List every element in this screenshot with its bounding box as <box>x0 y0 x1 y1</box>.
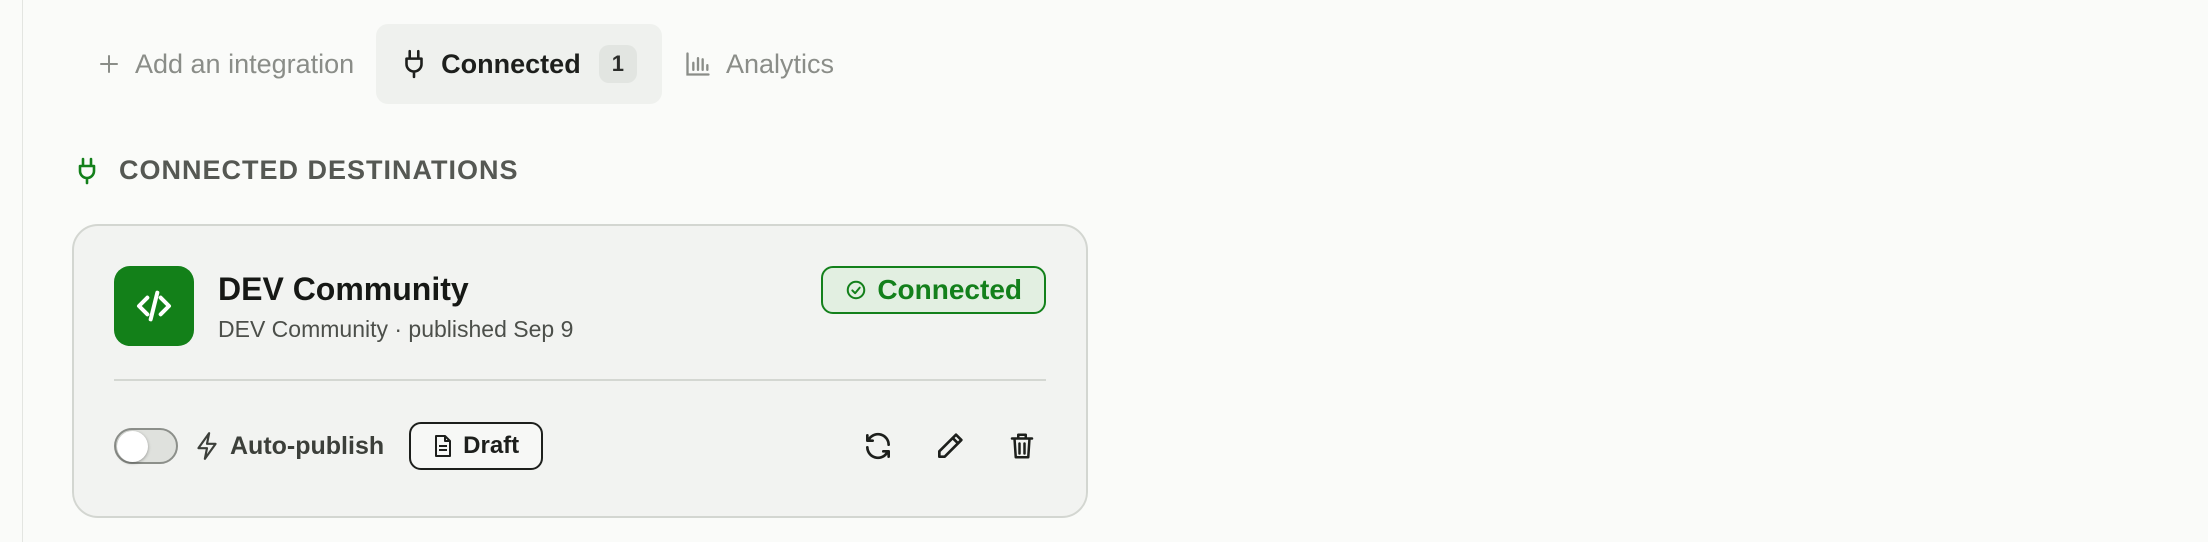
tab-connected[interactable]: Connected 1 <box>376 24 662 104</box>
integration-tabs: Add an integration Connected 1 Analytics <box>75 24 856 104</box>
status-badge: Connected <box>821 266 1046 314</box>
edit-icon <box>938 433 963 458</box>
trash-icon <box>1010 433 1034 459</box>
code-icon <box>137 290 171 322</box>
page-left-border <box>22 0 23 542</box>
refresh-button[interactable] <box>860 428 896 464</box>
draft-label: Draft <box>463 432 520 459</box>
status-label: Connected <box>877 274 1022 305</box>
delete-button[interactable] <box>1004 428 1040 464</box>
card-footer: Auto-publish Draft <box>114 422 544 470</box>
auto-publish-toggle[interactable] <box>114 428 178 464</box>
draft-mode-button[interactable]: Draft <box>409 422 544 470</box>
tab-analytics[interactable]: Analytics <box>662 24 856 104</box>
connected-count-badge: 1 <box>598 45 637 83</box>
section-title: CONNECTED DESTINATIONS <box>119 155 519 185</box>
plug-icon <box>405 49 423 79</box>
destination-subtitle: DEV Community · published Sep 9 <box>218 316 574 342</box>
card-divider <box>114 379 1046 381</box>
tab-add-integration[interactable]: Add an integration <box>75 24 376 104</box>
destination-card: DEV Community DEV Community · published … <box>72 224 1088 518</box>
toggle-knob <box>117 431 148 462</box>
destination-logo <box>114 266 194 346</box>
auto-publish-label: Auto-publish <box>230 431 385 460</box>
destination-title: DEV Community <box>218 271 469 307</box>
refresh-icon <box>866 432 890 460</box>
document-icon <box>435 435 452 457</box>
lightning-icon <box>197 432 217 460</box>
tab-label: Analytics <box>725 48 834 79</box>
plug-icon <box>78 157 96 184</box>
tab-label: Add an integration <box>135 48 355 79</box>
plus-icon <box>100 55 118 73</box>
auto-publish: Auto-publish <box>194 431 384 461</box>
edit-button[interactable] <box>932 428 968 464</box>
card-actions <box>860 422 1040 470</box>
tab-label: Connected <box>441 48 581 79</box>
section-header: CONNECTED DESTINATIONS <box>75 155 519 186</box>
check-circle-icon <box>847 280 866 300</box>
bar-chart-icon <box>686 52 710 76</box>
